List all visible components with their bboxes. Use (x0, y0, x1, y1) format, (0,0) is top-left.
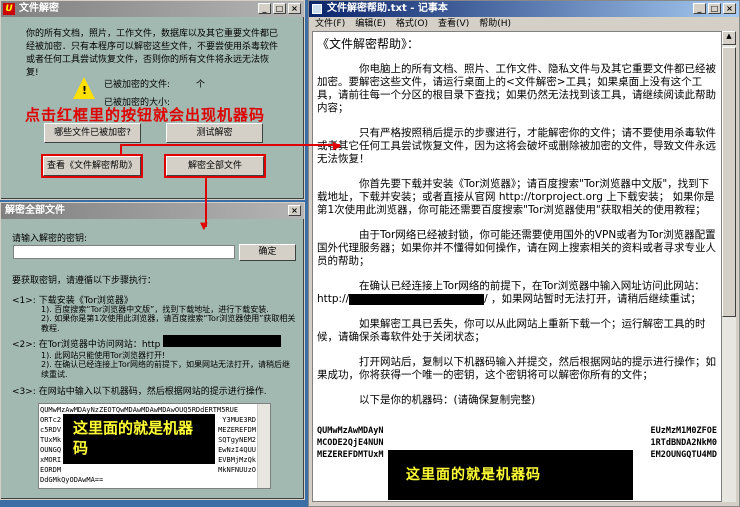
step-2-2: 2). 在确认已经连接上Tor网络的前提下，如果网站无法打开，请稍后继续重试. (41, 360, 291, 379)
red-annotation: 点击红框里的按钮就会出现机器码 (25, 106, 266, 124)
paragraph: 以下是你的机器码：(请确保复制完整) (359, 394, 536, 406)
minimize-button[interactable]: _ (693, 3, 706, 14)
close-button[interactable]: × (288, 3, 301, 14)
arrow-line (205, 177, 207, 227)
machine-code-textarea[interactable]: QUMwMzAwMDAyNzZEOTQwMDAwMDAwMDAwOUQ5RDdE… (38, 403, 271, 489)
dialog-title: 解密全部文件 (5, 205, 65, 216)
notepad-text-area[interactable]: 《文件解密帮助》： 你电脑上的所有文档、照片、工作文件、隐私文件与及其它重要文件… (312, 31, 722, 502)
warning-mark: ! (82, 84, 88, 97)
code-line: DdGMkQyODAwMA== (40, 476, 104, 484)
decryptor-window: U 文件解密 _ □ × 你的所有文档，照片，工作文件，数据库以及其它重要文件都已经… (0, 0, 305, 200)
paragraph: 你电脑上的所有文档、照片、工作文件、隐私文件与及其它重要文件都已经被加密。要解密… (317, 63, 716, 114)
paragraph: 在确认已经连接上Tor网络的前提下，在Tor浏览器中输入网址访问此网站：http… (317, 280, 705, 305)
paragraph: 由于Tor网络已经被封锁，你可能还需要使用国外的VPN或者为Tor浏览器配置国外… (317, 229, 716, 267)
scroll-thumb[interactable] (722, 47, 736, 317)
menu-view[interactable]: 查看(V) (438, 17, 469, 31)
scroll-up-icon[interactable]: ▲ (722, 31, 736, 45)
notepad-icon (312, 4, 322, 14)
files-unit: 个 (196, 80, 206, 90)
key-label: 请输入解密的密钥: (12, 234, 88, 244)
machine-code-annotation: 这里面的就是机器码 (388, 450, 633, 500)
paragraph: 只有严格按照稍后提示的步骤进行，才能解密你的文件；请不要使用杀毒软件或者其它任何… (317, 127, 716, 165)
paragraph: 打开网站后，复制以下机器码输入并提交，然后根据网站的提示进行操作；如果成功，你将… (317, 356, 716, 381)
view-help-button[interactable]: 查看《文件解密帮助》 (41, 154, 143, 178)
app-logo-icon: U (3, 3, 15, 15)
decrypt-all-dialog: 解密全部文件 × 请输入解密的密钥: 确定 要获取密钥，请遵循以下步骤执行： <… (0, 202, 305, 500)
paragraph: 你首先要下载并安装《Tor浏览器》；请百度搜索"Tor浏览器中文版"，找到下载地… (317, 178, 715, 216)
files-label: 已被加密的文件: (104, 80, 171, 90)
window-title: 文件解密 (19, 3, 59, 14)
which-files-button[interactable]: 哪些文件已被加密? (44, 123, 141, 143)
redacted-url (163, 335, 281, 347)
maximize-button[interactable]: □ (708, 3, 721, 14)
test-decrypt-button[interactable]: 测试解密 (166, 123, 263, 143)
code-line: EORDM MkNFNUUzO (40, 466, 256, 474)
redacted-url (349, 293, 485, 305)
arrow-head-down-icon: ▼ (200, 221, 208, 232)
decryptor-title-bar: U 文件解密 _ □ × (1, 1, 304, 17)
help-heading: 《文件解密帮助》： (317, 37, 420, 51)
dialog-close-button[interactable]: × (288, 205, 301, 216)
menu-edit[interactable]: 编辑(E) (355, 17, 386, 31)
key-input[interactable] (13, 245, 235, 259)
maximize-button[interactable]: □ (273, 3, 286, 14)
close-button[interactable]: × (723, 3, 736, 14)
notepad-scrollbar[interactable]: ▲ (722, 31, 736, 502)
minimize-button[interactable]: _ (258, 3, 271, 14)
intro-text: 你的所有文档，照片，工作文件，数据库以及其它重要文件都已经被加密．只有本程序可以… (26, 29, 279, 78)
step-3: <3>: 在网站中输入以下机器码，然后根据网站的提示进行操作. (12, 387, 267, 397)
menu-file[interactable]: 文件(F) (315, 17, 345, 31)
paragraph: 如果解密工具已丢失，你可以从此网站上重新下载一个；运行解密工具的时候，请确保杀毒… (317, 318, 706, 343)
menu-format[interactable]: 格式(O) (396, 17, 428, 31)
dialog-title-bar: 解密全部文件 × (1, 203, 304, 219)
step-1-2: 2). 如果你是第1次使用此浏览器，请百度搜索“Tor浏览器使用”获取相关教程. (41, 314, 296, 333)
arrow-line (120, 144, 340, 146)
notepad-title-bar: 文件解密帮助.txt - 记事本 _ □ × (309, 1, 739, 17)
ok-button[interactable]: 确定 (239, 244, 296, 261)
arrow-head-right-icon: ▶ (333, 139, 342, 152)
steps-intro: 要获取密钥，请遵循以下步骤执行： (12, 276, 157, 286)
machine-code-annotation: 这里面的就是机器码 (63, 414, 215, 464)
step-2: <2>: 在Tor浏览器中访问网站：http (12, 340, 161, 350)
menu-bar: 文件(F) 编辑(E) 格式(O) 查看(V) 帮助(H) (309, 17, 739, 31)
notepad-window: 文件解密帮助.txt - 记事本 _ □ × 文件(F) 编辑(E) 格式(O) 查… (308, 0, 740, 507)
notepad-title: 文件解密帮助.txt - 记事本 (327, 3, 448, 14)
menu-help[interactable]: 帮助(H) (479, 17, 511, 31)
decrypt-all-button[interactable]: 解密全部文件 (164, 154, 266, 178)
textarea-scrollbar[interactable] (257, 404, 270, 488)
